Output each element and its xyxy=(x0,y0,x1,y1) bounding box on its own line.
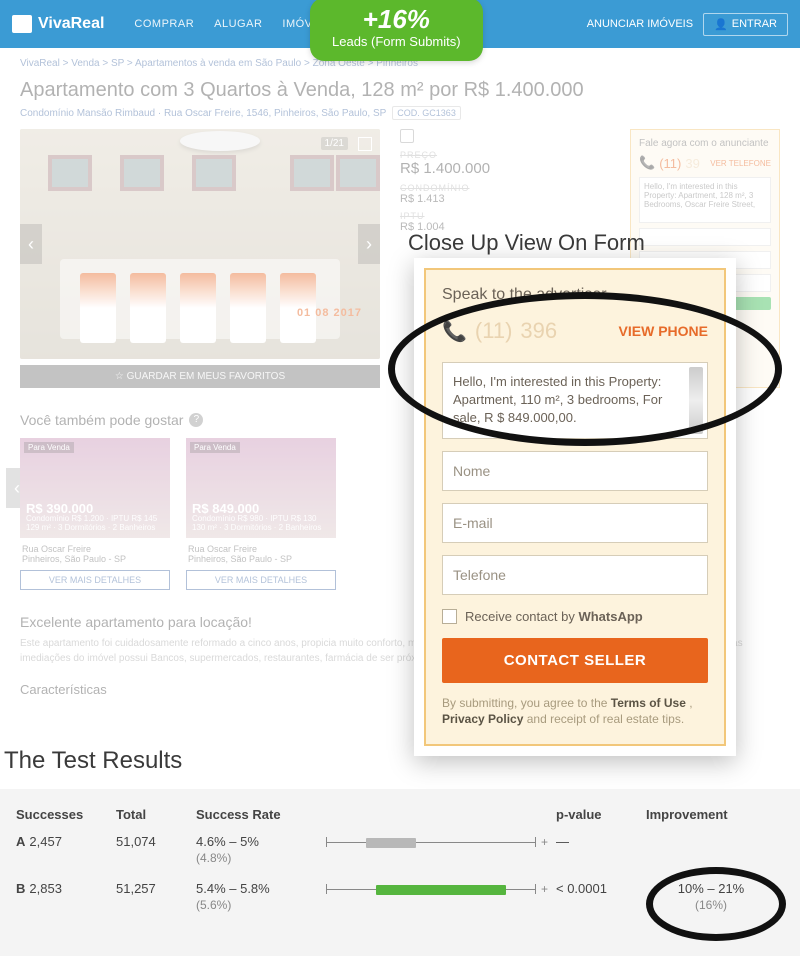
related-card[interactable]: Para Venda R$ 390.000 Condomínio R$ 1.20… xyxy=(20,438,170,590)
help-icon[interactable]: ? xyxy=(189,413,203,427)
house-icon xyxy=(12,15,32,33)
anunciar-link[interactable]: ANUNCIAR IMÓVEIS xyxy=(587,18,693,30)
phone-row[interactable]: 📞 (11) 39 VER TELEFONE xyxy=(639,155,771,171)
phone-icon: 📞 xyxy=(639,155,655,171)
logo-text: VivaReal xyxy=(38,15,104,33)
logo[interactable]: VivaReal xyxy=(12,15,104,33)
phone-reveal-row[interactable]: 📞 (11) 396 VIEW PHONE xyxy=(442,318,708,344)
view-phone-link[interactable]: VIEW PHONE xyxy=(619,323,708,339)
share-icon[interactable] xyxy=(400,129,414,143)
entrar-button[interactable]: 👤 ENTRAR xyxy=(703,13,788,36)
lift-caption: Leads (Form Submits) xyxy=(332,34,461,49)
whatsapp-label: Receive contact by WhatsApp xyxy=(465,609,643,624)
contact-form-closeup: Speak to the advertiser 📞 (11) 396 VIEW … xyxy=(414,258,736,756)
results-table: Successes Total Success Rate p-value Imp… xyxy=(0,789,800,956)
name-input-small[interactable] xyxy=(639,228,771,246)
message-prefilled[interactable]: Hello, I'm interested in this Property: … xyxy=(639,177,771,223)
page-title: Apartamento com 3 Quartos à Venda, 128 m… xyxy=(20,79,780,102)
photo-date: 01 08 2017 xyxy=(297,307,362,319)
nav-comprar[interactable]: COMPRAR xyxy=(134,18,194,30)
ver-detalhes-button[interactable]: VER MAIS DETALHES xyxy=(186,570,336,590)
expand-icon[interactable] xyxy=(358,137,372,151)
user-icon: 👤 xyxy=(714,18,728,31)
listing-code: COD. GC1363 xyxy=(392,106,461,120)
terms-disclaimer: By submitting, you agree to the Terms of… xyxy=(442,695,708,729)
favorite-button[interactable]: ☆ GUARDAR EM MEUS FAVORITOS xyxy=(20,365,380,388)
page-subtitle: Condomínio Mansão Rimbaud · Rua Oscar Fr… xyxy=(20,108,780,119)
message-textarea[interactable]: Hello, I'm interested in this Property: … xyxy=(442,362,708,439)
main-photo[interactable]: 01 08 2017 1/21 ‹ › xyxy=(20,129,380,359)
phone-input[interactable]: Telefone xyxy=(442,555,708,595)
slide-counter: 1/21 xyxy=(321,137,348,150)
email-input[interactable]: E-mail xyxy=(442,503,708,543)
table-row: A2,457 51,074 4.6% – 5%(4.8%) + — xyxy=(16,834,784,865)
nav-alugar[interactable]: ALUGAR xyxy=(214,18,262,30)
lift-badge: +16% Leads (Form Submits) xyxy=(310,0,483,61)
condo-value: R$ 1.413 xyxy=(400,193,490,205)
whatsapp-checkbox[interactable] xyxy=(442,609,457,624)
phone-icon: 📞 xyxy=(442,319,467,344)
contact-seller-button[interactable]: CONTACT SELLER xyxy=(442,638,708,683)
photo-next-button[interactable]: › xyxy=(358,224,380,264)
form-header: Speak to the advertiser xyxy=(442,286,708,304)
closeup-caption: Close Up View On Form xyxy=(408,230,645,256)
ver-detalhes-button[interactable]: VER MAIS DETALHES xyxy=(20,570,170,590)
name-input[interactable]: Nome xyxy=(442,451,708,491)
photo-prev-button[interactable]: ‹ xyxy=(20,224,42,264)
price-value: R$ 1.400.000 xyxy=(400,160,490,177)
table-row: B2,853 51,257 5.4% – 5.8%(5.6%) + < 0.00… xyxy=(16,881,784,912)
lift-value: +16% xyxy=(332,6,461,32)
related-card[interactable]: Para Venda R$ 849.000 Condomínio R$ 980 … xyxy=(186,438,336,590)
ver-telefone-link[interactable]: VER TELEFONE xyxy=(710,159,771,168)
